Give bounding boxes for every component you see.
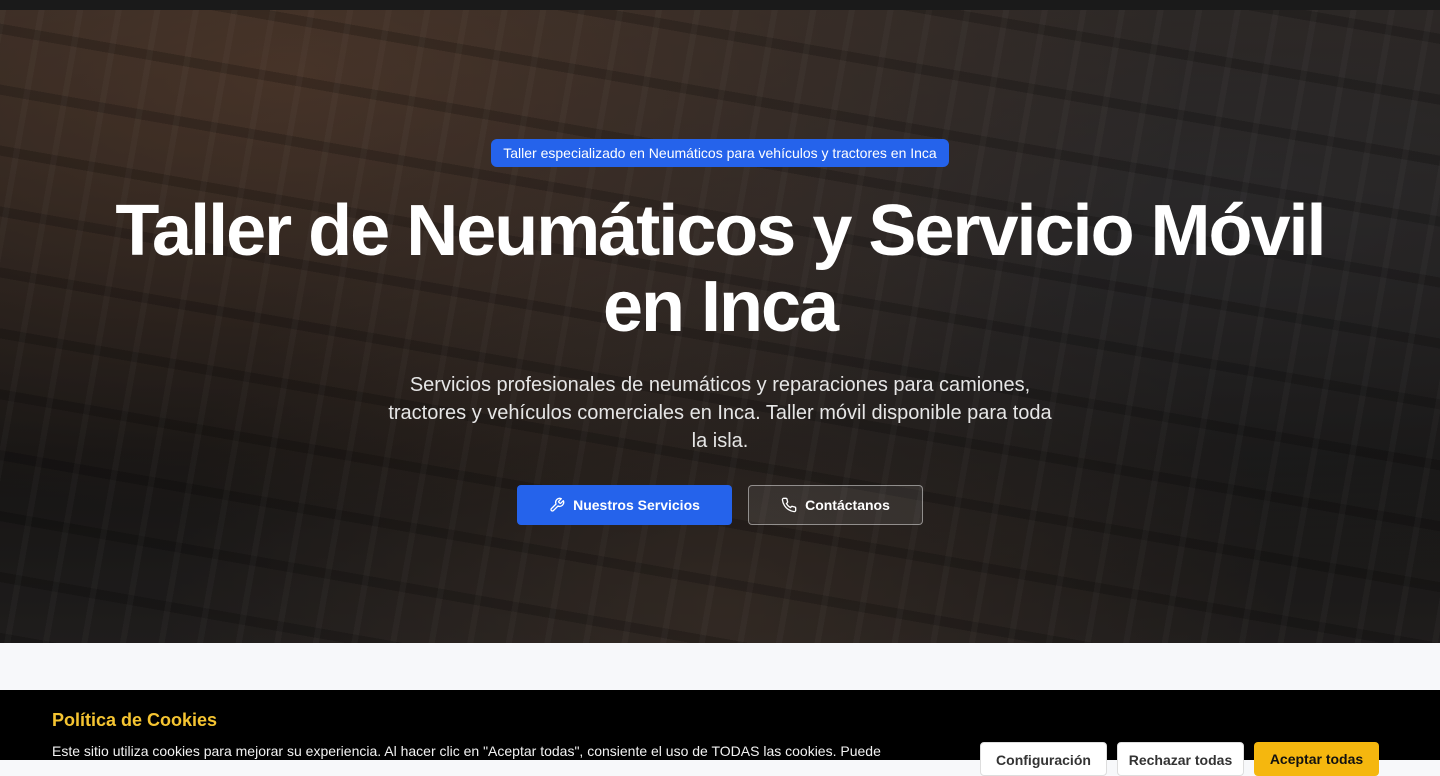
page-title: Taller de Neumáticos y Servicio Móvil en… <box>115 191 1326 347</box>
cookie-reject-button[interactable]: Rechazar todas <box>1117 742 1244 776</box>
cookie-title: Política de Cookies <box>52 710 218 730</box>
cookie-text: Este sitio utiliza cookies para mejorar … <box>52 743 881 759</box>
hero-badge: Taller especializado en Neumáticos para … <box>491 139 949 167</box>
cookie-actions: Configuración Rechazar todas Aceptar tod… <box>980 742 1379 776</box>
contact-button-label: Contáctanos <box>805 497 890 513</box>
hero-subtitle: Servicios profesionales de neumáticos y … <box>388 374 1052 452</box>
cookie-banner: Política de Cookies Este sitio utiliza c… <box>0 690 1440 776</box>
services-button[interactable]: Nuestros Servicios <box>517 485 732 525</box>
cookie-settings-button[interactable]: Configuración <box>980 742 1107 776</box>
hero-section: Taller especializado en Neumáticos para … <box>0 10 1440 643</box>
wrench-icon <box>550 497 565 512</box>
hero-actions: Nuestros Servicios Contáctanos <box>517 485 923 525</box>
services-button-label: Nuestros Servicios <box>573 497 700 513</box>
top-bar <box>0 0 1440 10</box>
hero-content: Taller especializado en Neumáticos para … <box>0 10 1440 643</box>
contact-button[interactable]: Contáctanos <box>748 485 923 525</box>
phone-icon <box>781 497 797 513</box>
cookie-accept-button[interactable]: Aceptar todas <box>1254 742 1379 776</box>
